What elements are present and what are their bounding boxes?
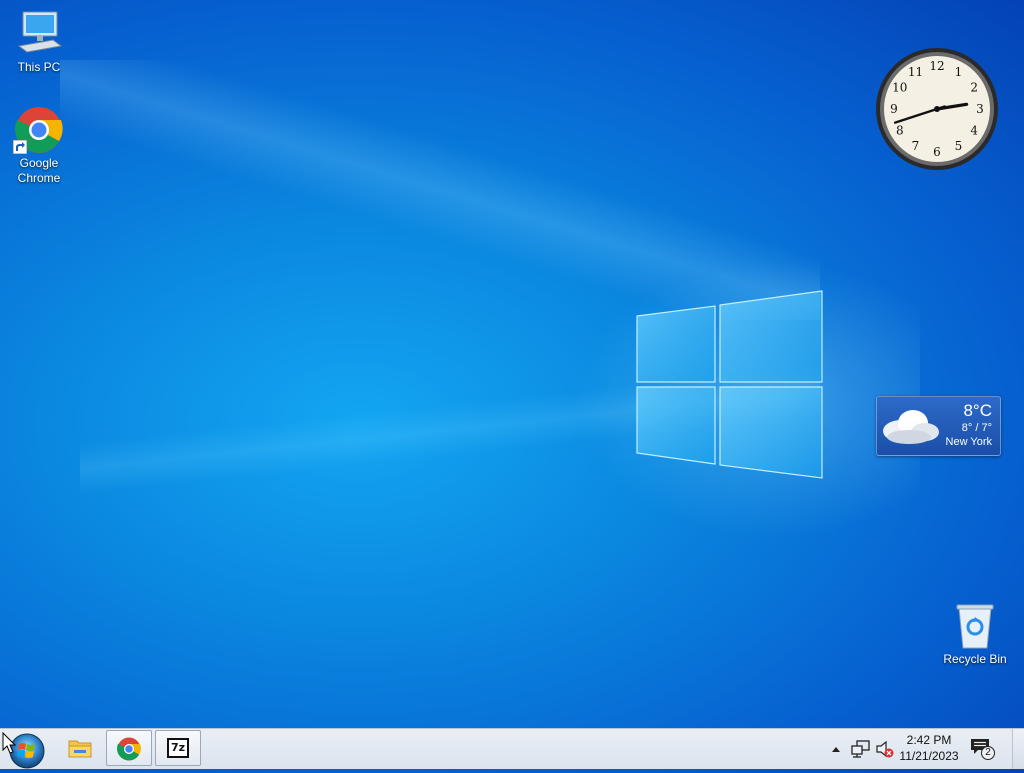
taskbar: 7z 2:42 PM 11/21/2023 2 [0,728,1024,769]
7zip-icon-text: 7z [170,741,186,754]
weather-temperature: 8°C [963,401,992,420]
tray-time: 2:42 PM [906,733,952,747]
show-desktop-button[interactable] [1012,729,1024,769]
chrome-label-line1: Google [19,156,59,170]
recycle-bin-shortcut[interactable]: Recycle Bin [937,602,1013,667]
7zip-icon: 7z [167,738,189,758]
weather-city: New York [945,436,992,448]
chrome-icon [117,737,141,761]
this-pc-shortcut[interactable]: This PC [1,10,77,75]
chrome-shortcut[interactable]: Google Chrome [1,106,77,186]
folder-icon [68,740,92,758]
clock-numeral: 12 [929,59,944,73]
monitor-icon [15,10,63,58]
mouse-cursor-icon [2,732,16,754]
weather-range: 8° / 7° [961,422,992,434]
clock-numeral: 3 [976,102,984,116]
chrome-label-line2: Chrome [17,171,61,185]
clock-gadget[interactable]: 12 1 2 3 4 5 6 7 8 9 10 11 [874,46,1000,172]
chrome-icon [13,106,63,154]
desktop: This PC Google Chrome Recycle Bin 12 1 2… [0,0,1024,728]
taskbar-7zip[interactable]: 7z [155,730,201,766]
clock-numeral: 5 [955,139,963,153]
taskbar-chrome[interactable] [106,730,152,766]
this-pc-label: This PC [17,60,61,74]
clock-numeral: 7 [912,139,920,153]
chevron-up-icon[interactable] [831,745,841,753]
taskbar-file-explorer[interactable] [57,730,103,766]
network-icon[interactable] [851,740,871,758]
clock-numeral: 6 [933,145,941,159]
windows-logo-wallpaper [636,290,823,479]
tray-date: 11/21/2023 [899,749,959,763]
recycle-bin-icon [951,602,999,650]
clock-numeral: 9 [890,102,898,116]
tray-clock[interactable]: 2:42 PM 11/21/2023 [896,732,962,764]
cloud-icon [883,410,939,444]
shortcut-arrow-icon [13,140,27,154]
clock-numeral: 11 [908,65,923,79]
clock-numeral: 4 [970,124,978,138]
clock-numeral: 10 [892,81,907,95]
notification-count-badge: 2 [981,746,995,760]
recycle-bin-label: Recycle Bin [943,652,1007,666]
clock-numeral: 1 [955,65,963,79]
action-center-icon[interactable]: 2 [970,738,996,760]
clock-numeral: 2 [970,81,978,95]
clock-numeral: 8 [896,124,904,138]
weather-gadget[interactable]: 8°C 8° / 7° New York [876,396,1001,456]
volume-muted-icon[interactable] [875,740,895,758]
